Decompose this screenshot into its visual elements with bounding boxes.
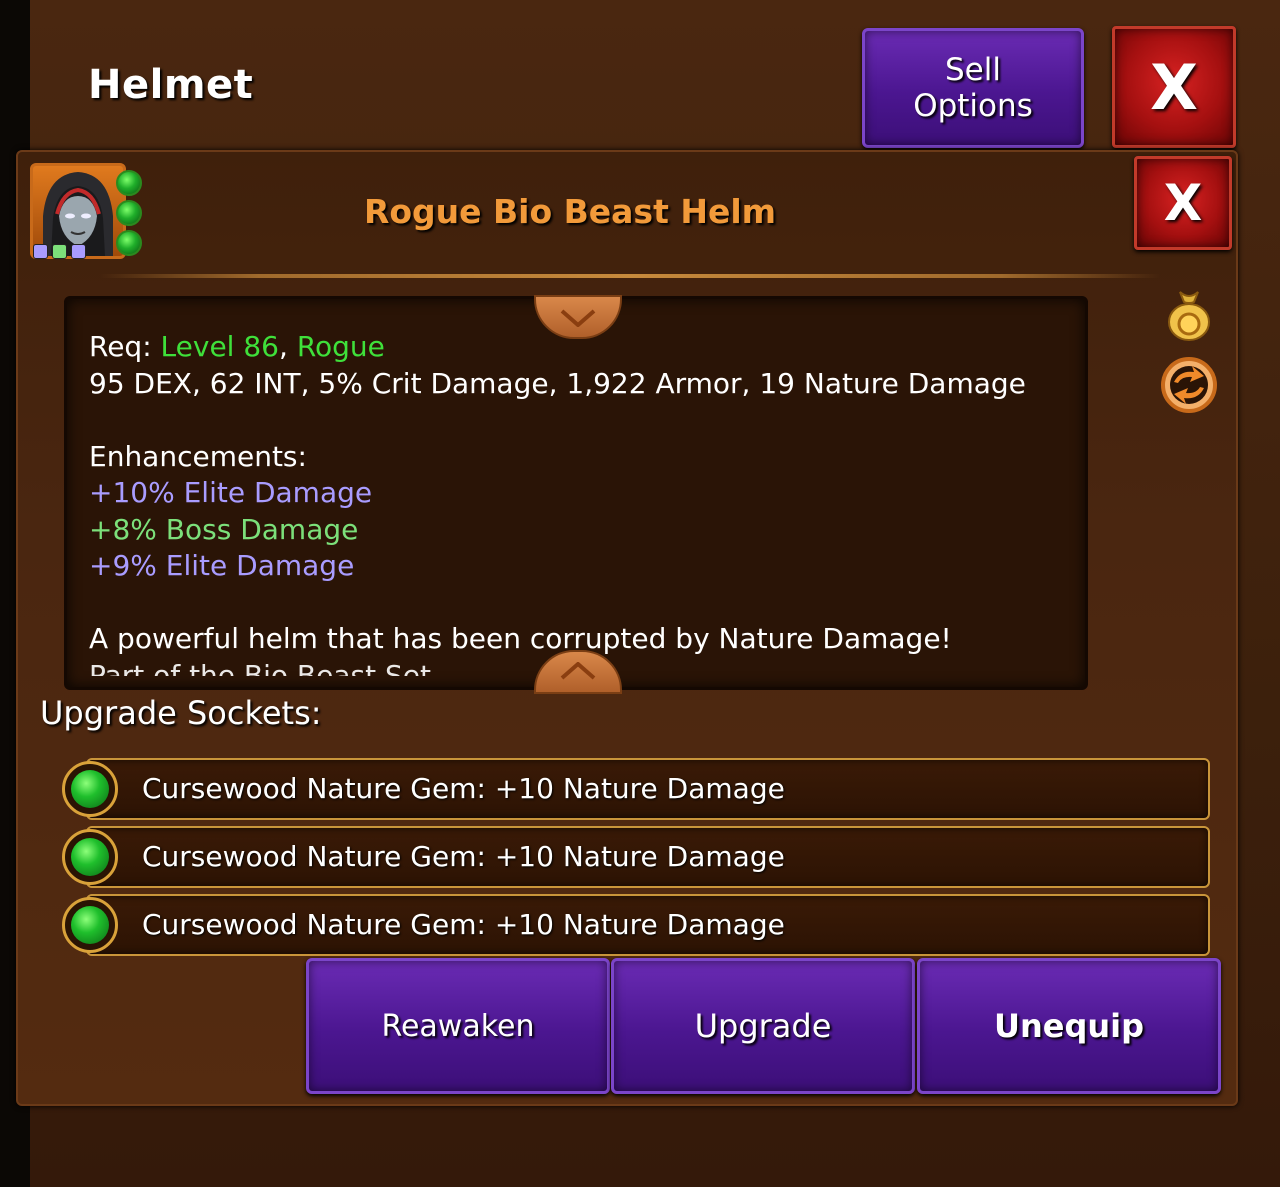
chevron-up-icon xyxy=(560,662,596,680)
page-title: Helmet xyxy=(88,62,254,108)
enhancement-1: +10% Elite Damage xyxy=(89,476,373,509)
swap-icon[interactable] xyxy=(1160,356,1218,414)
socket-gem-indicator-3 xyxy=(116,230,142,256)
nature-gem-icon xyxy=(62,829,118,885)
header-divider xyxy=(100,274,1160,278)
socket-text: Cursewood Nature Gem: +10 Nature Damage xyxy=(142,772,785,805)
nature-gem-icon xyxy=(62,897,118,953)
socket-text: Cursewood Nature Gem: +10 Nature Damage xyxy=(142,908,785,941)
gold-bag-icon[interactable] xyxy=(1164,286,1214,341)
chevron-down-icon xyxy=(560,309,596,327)
close-window-button[interactable]: X xyxy=(1112,26,1236,148)
upgrade-label: Upgrade xyxy=(694,1007,832,1045)
upgrade-sockets-heading: Upgrade Sockets: xyxy=(40,694,322,732)
requirement-class: Rogue xyxy=(296,330,385,363)
item-description-text: Req: Level 86, Rogue 95 DEX, 62 INT, 5% … xyxy=(89,329,1065,676)
socket-row[interactable]: Cursewood Nature Gem: +10 Nature Damage xyxy=(62,894,1210,956)
item-name: Rogue Bio Beast Helm xyxy=(363,192,777,231)
close-item-button[interactable]: X xyxy=(1134,156,1232,250)
enhancement-pip-2 xyxy=(52,244,67,259)
reawaken-label: Reawaken xyxy=(381,1008,535,1044)
item-description-box[interactable]: Req: Level 86, Rogue 95 DEX, 62 INT, 5% … xyxy=(64,296,1088,690)
requirement-separator: , xyxy=(279,330,288,363)
nature-gem-icon xyxy=(62,761,118,817)
close-icon: X xyxy=(1150,50,1198,124)
unequip-label: Unequip xyxy=(993,1007,1145,1045)
requirement-label: Req: xyxy=(89,330,152,363)
sell-options-button[interactable]: Sell Options xyxy=(862,28,1084,148)
enhancement-2: +8% Boss Damage xyxy=(89,512,359,546)
enhancement-pip-1 xyxy=(33,244,48,259)
unequip-button[interactable]: Unequip xyxy=(917,958,1221,1094)
socket-row[interactable]: Cursewood Nature Gem: +10 Nature Damage xyxy=(62,826,1210,888)
enhancement-3: +9% Elite Damage xyxy=(89,549,355,582)
enhancements-label: Enhancements: xyxy=(89,439,307,473)
reawaken-button[interactable]: Reawaken xyxy=(306,958,610,1094)
upgrade-button[interactable]: Upgrade xyxy=(611,958,915,1094)
requirement-level: Level 86 xyxy=(160,330,279,363)
sell-options-label: Sell Options xyxy=(913,52,1033,124)
socket-row[interactable]: Cursewood Nature Gem: +10 Nature Damage xyxy=(62,758,1210,820)
close-icon: X xyxy=(1163,174,1203,232)
socket-text: Cursewood Nature Gem: +10 Nature Damage xyxy=(142,840,785,873)
enhancement-pip-3 xyxy=(71,244,86,259)
item-stats: 95 DEX, 62 INT, 5% Crit Damage, 1,922 Ar… xyxy=(89,366,1026,400)
